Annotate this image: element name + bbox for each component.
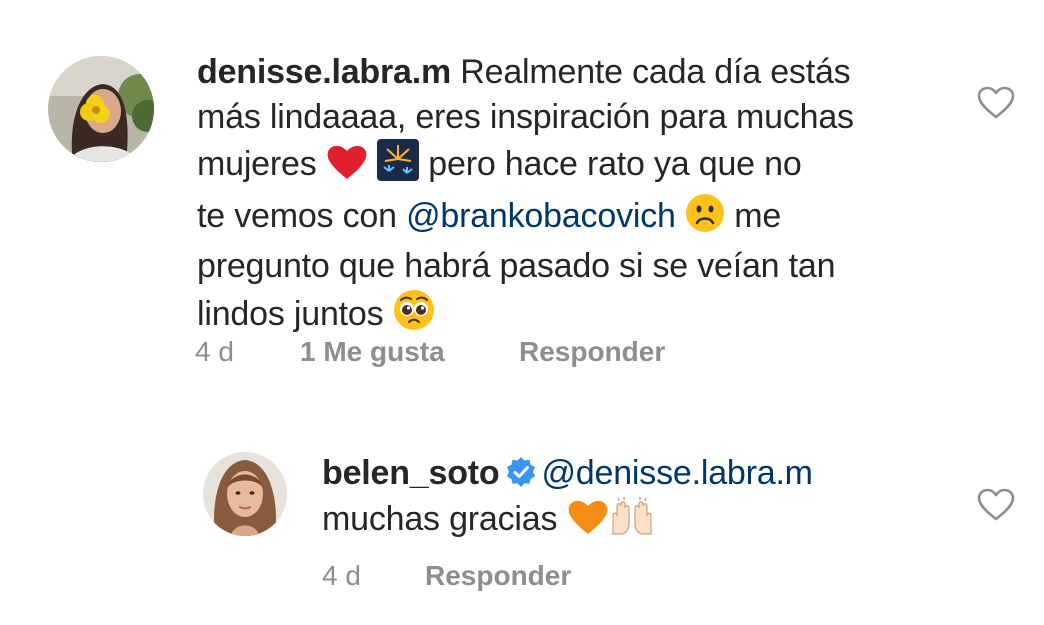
avatar-denisse[interactable] bbox=[48, 56, 154, 162]
comment-meta-denisse: 4 d 1 Me gusta Responder bbox=[0, 336, 1044, 372]
timestamp: 4 d bbox=[322, 560, 361, 591]
verified-badge-icon bbox=[505, 455, 537, 487]
comment-text-belen: belen_soto @denisse.labra.m muchas graci… bbox=[322, 451, 962, 547]
mention-denisse[interactable]: @denisse.labra.m bbox=[541, 454, 813, 492]
frowning-face-emoji bbox=[685, 193, 725, 245]
like-heart-icon[interactable] bbox=[977, 86, 1015, 120]
pleading-face-emoji bbox=[393, 289, 435, 343]
like-heart-icon[interactable] bbox=[977, 488, 1015, 522]
reply-button[interactable]: Responder bbox=[425, 560, 571, 592]
comment-line: lindos juntos bbox=[197, 294, 384, 333]
comment-line: pregunto que habrá pasado si se veían ta… bbox=[197, 247, 836, 285]
comment-meta-belen: 4 d Responder bbox=[0, 560, 1044, 596]
red-heart-emoji bbox=[326, 143, 368, 193]
comment-line: más lindaaaa, eres inspiración para much… bbox=[197, 97, 854, 136]
orange-heart-emoji bbox=[567, 498, 609, 548]
fireworks-emoji bbox=[377, 139, 420, 193]
username-denisse[interactable]: denisse.labra.m bbox=[197, 53, 451, 91]
username-belen[interactable]: belen_soto bbox=[322, 454, 500, 492]
comment-text-denisse: denisse.labra.m Realmente cada día estás… bbox=[197, 50, 957, 342]
comment-line: pero hace rato ya que no bbox=[428, 145, 802, 183]
mention-brankobacovich[interactable]: @brankobacovich bbox=[406, 197, 676, 235]
raising-hands-emoji bbox=[609, 496, 655, 548]
comment-line: te vemos con bbox=[197, 196, 397, 235]
comment-line: mujeres bbox=[197, 145, 317, 183]
timestamp: 4 d bbox=[195, 336, 234, 367]
reply-button[interactable]: Responder bbox=[519, 336, 665, 368]
comment-line: Realmente cada día estás bbox=[460, 53, 851, 91]
comment-line: me bbox=[734, 196, 782, 235]
comment-line: muchas gracias bbox=[322, 499, 558, 538]
avatar-belen[interactable] bbox=[203, 452, 287, 536]
likes-count-button[interactable]: 1 Me gusta bbox=[300, 336, 445, 368]
